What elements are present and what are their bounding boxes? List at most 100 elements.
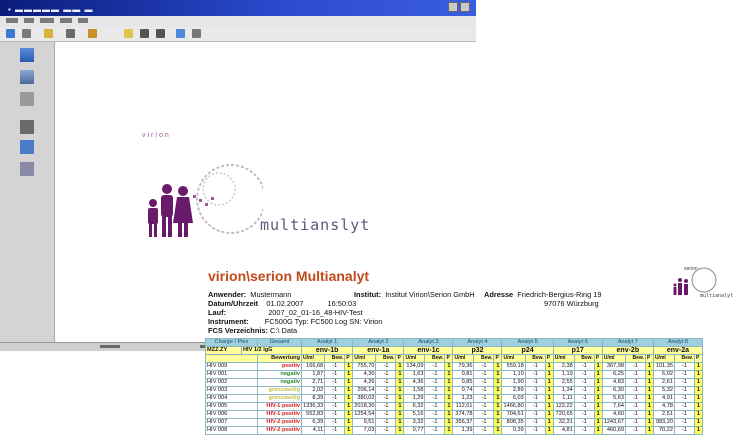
- table-row[interactable]: HIV 001 negativ 1,87 -1 1 4,30 -1 1 1,63 -1 1 0,81-…: [205, 370, 703, 379]
- info-icon[interactable]: [192, 29, 201, 38]
- fcs-value: C:\ Data: [270, 326, 298, 335]
- folder-icon[interactable]: [44, 29, 53, 38]
- analyt-p: 1: [544, 418, 554, 427]
- analyt-bew: -1: [624, 394, 646, 403]
- header-analyt: Analyt 5: [501, 338, 554, 347]
- header-bew: Bew.: [424, 354, 446, 363]
- tool-icon[interactable]: [140, 29, 149, 38]
- analyt-p: 1: [693, 386, 703, 395]
- analyt-p: 1: [344, 410, 354, 419]
- table-row[interactable]: HIV 004 grenzwertig 8,39 -1 1 380,02 -1 1 1,29 -1…: [205, 394, 703, 403]
- settings-icon[interactable]: [124, 29, 133, 38]
- analyt-p: 1: [593, 418, 603, 427]
- gear-icon[interactable]: [20, 140, 34, 154]
- analyt-value: 3,32: [403, 418, 426, 427]
- header-unit: U/ml: [300, 354, 326, 363]
- sample-id: HIV 002: [205, 378, 258, 387]
- datum-line: Datum/Uhrzeit 01.02.2007 16:50:03: [208, 299, 356, 308]
- table-header-analyt: Charge / Plex Gesamt Analyt 1 Analyt 2 Analy…: [205, 338, 703, 347]
- menu-item[interactable]: [6, 18, 18, 23]
- table-row[interactable]: HIV 002 negativ 2,71 -1 1 4,26 -1 1 4,36 -1 1 0,85-…: [205, 378, 703, 387]
- header-p: P: [644, 354, 654, 363]
- header-bew: Bew.: [375, 354, 397, 363]
- analyt-value: 1,34: [552, 386, 575, 395]
- table-row[interactable]: HIV 007 HIV-2 positiv 6,39 -1 1 9,51 -1 1 3,32 -1…: [205, 418, 703, 427]
- analyt-bew: -1: [573, 410, 595, 419]
- analyt-p: 1: [644, 378, 654, 387]
- report-icon[interactable]: [20, 70, 34, 84]
- analyt-value: 0,74: [452, 386, 475, 395]
- analyt-p: 1: [395, 394, 405, 403]
- analyt-value: 4,78: [652, 402, 675, 411]
- sample-result: negativ: [257, 378, 302, 387]
- header-analyt-name: p17: [552, 346, 603, 355]
- analyt-p: 1: [593, 378, 603, 387]
- tools-icon[interactable]: [20, 120, 34, 134]
- analyt-value: 4,83: [601, 378, 626, 387]
- header-unit: U/ml: [403, 354, 426, 363]
- analyt-value: 8,39: [300, 394, 326, 403]
- tool-icon[interactable]: [156, 29, 165, 38]
- menu-item[interactable]: [24, 18, 34, 23]
- analyt-value: 9,51: [352, 418, 377, 427]
- analyt-value: 1,39: [452, 426, 475, 435]
- analyt-p: 1: [544, 386, 554, 395]
- list-icon[interactable]: [20, 92, 34, 106]
- save-icon[interactable]: [66, 29, 75, 38]
- analyt-bew: -1: [473, 370, 495, 379]
- analyt-bew: -1: [624, 378, 646, 387]
- analyt-bew: -1: [424, 426, 446, 435]
- export-icon[interactable]: [88, 29, 97, 38]
- sample-id: HIV 001: [205, 370, 258, 379]
- analyt-p: 1: [644, 362, 654, 371]
- close-button[interactable]: [460, 2, 470, 12]
- help-icon[interactable]: [176, 29, 185, 38]
- table-row[interactable]: HIV 006 HIV-1 positiv 552,83 -1 1 1254,54 -1 1 5…: [205, 410, 703, 419]
- header-bew: Bew.: [573, 354, 595, 363]
- analyt-bew: -1: [375, 402, 397, 411]
- analyt-bew: -1: [573, 386, 595, 395]
- anwender-label: Anwender:: [208, 290, 247, 299]
- instrument-line: Instrument: FC500G Typ: FC500 Log SN: Vi…: [208, 317, 382, 326]
- analyt-bew: -1: [473, 402, 495, 411]
- sample-result: HIV-1 positiv: [257, 402, 302, 411]
- table-row[interactable]: HIV 009 positiv 166,68 -1 1 755,70 -1 1 134,09 -1…: [205, 362, 703, 371]
- analyt-bew: -1: [524, 418, 546, 427]
- adresse-line-2: 97076 Würzburg: [544, 299, 599, 308]
- analyt-value: 983,20: [652, 418, 675, 427]
- analyt-value: 112,01: [452, 402, 475, 411]
- analyt-bew: -1: [324, 386, 346, 395]
- analyt-bew: -1: [524, 426, 546, 435]
- analyt-p: 1: [493, 426, 503, 435]
- analyt-value: 4,60: [601, 410, 626, 419]
- minimize-button[interactable]: [448, 2, 458, 12]
- menu-item[interactable]: [60, 18, 72, 23]
- analyt-value: 1,87: [300, 370, 326, 379]
- fcs-label: FCS Verzeichnis:: [208, 326, 268, 335]
- analyt-bew: -1: [673, 426, 695, 435]
- new-icon[interactable]: [6, 29, 15, 38]
- analyt-bew: -1: [473, 362, 495, 371]
- analyt-value: 1,11: [552, 394, 575, 403]
- analyt-bew: -1: [375, 386, 397, 395]
- document-icon[interactable]: [20, 48, 34, 62]
- analyt-p: 1: [593, 394, 603, 403]
- left-toolbar: [0, 42, 55, 342]
- anwender-value: Mustermann: [250, 290, 292, 299]
- table-row[interactable]: HIV 003 grenzwertig 2,02 -1 1 206,14 -1 1 1,58 -1…: [205, 386, 703, 395]
- analyt-bew: -1: [573, 378, 595, 387]
- exit-icon[interactable]: [20, 162, 34, 176]
- open-icon[interactable]: [22, 29, 31, 38]
- header-p: P: [395, 354, 405, 363]
- table-row[interactable]: HIV 005 HIV-1 positiv 1336,33 -1 1 2018,30 -1 1…: [205, 402, 703, 411]
- header-p: P: [544, 354, 554, 363]
- analyt-p: 1: [544, 410, 554, 419]
- analyt-p: 1: [493, 386, 503, 395]
- table-row[interactable]: HIV 008 HIV-2 positiv 4,11 -1 1 7,03 -1 1 0,77 -1…: [205, 426, 703, 435]
- menu-item[interactable]: [40, 18, 54, 23]
- analyt-bew: -1: [375, 426, 397, 435]
- analyt-p: 1: [344, 378, 354, 387]
- analyt-value: 1466,80: [501, 402, 526, 411]
- analyt-bew: -1: [424, 402, 446, 411]
- menu-item[interactable]: [78, 18, 88, 23]
